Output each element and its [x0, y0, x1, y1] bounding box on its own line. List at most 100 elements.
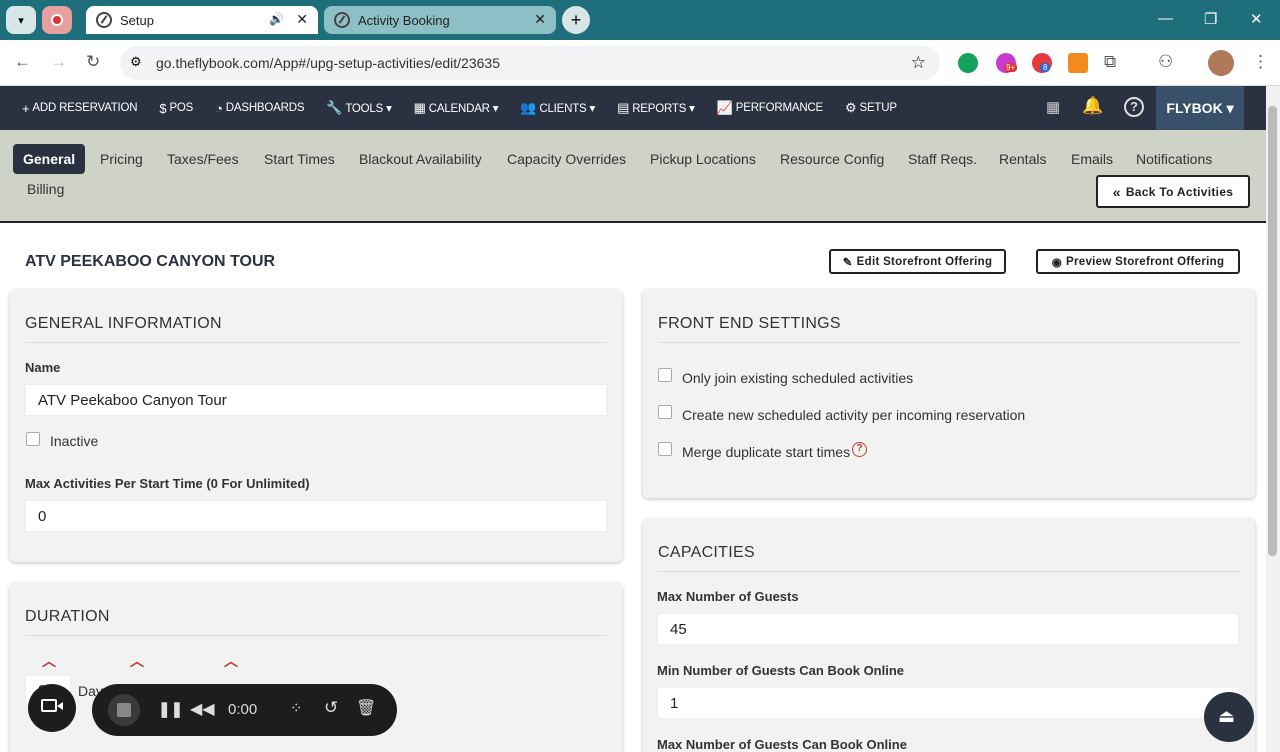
- back-icon[interactable]: ←: [14, 52, 31, 72]
- reload-icon[interactable]: ↻: [86, 52, 100, 72]
- site-info-icon[interactable]: ⚙: [130, 54, 142, 70]
- activity-subtabs: General Pricing Taxes/Fees Start Times B…: [0, 130, 1266, 223]
- tab-search-button[interactable]: ▾: [6, 6, 36, 34]
- nav-label: REPORTS ▾: [632, 103, 695, 115]
- omnibox[interactable]: ⚙ go.theflybook.com/App#/upg-setup-activ…: [120, 46, 940, 80]
- join-existing-checkbox[interactable]: [658, 368, 672, 382]
- tab-rentals[interactable]: Rentals: [999, 151, 1046, 167]
- tab-notifications[interactable]: Notifications: [1136, 151, 1212, 167]
- trash-icon[interactable]: 🗑: [356, 698, 376, 718]
- days-increment-icon[interactable]: ︿: [42, 651, 56, 671]
- close-tab-icon[interactable]: ✕: [296, 11, 308, 28]
- max-activities-input[interactable]: 0: [25, 500, 607, 532]
- nav-add-reservation[interactable]: + ADD RESERVATION: [22, 101, 138, 116]
- name-input[interactable]: ATV Peekaboo Canyon Tour: [25, 384, 607, 416]
- flybook-favicon-icon: [334, 12, 350, 28]
- record-tab-button[interactable]: [42, 6, 72, 34]
- hours-increment-icon[interactable]: ︿: [130, 651, 144, 671]
- forward-icon[interactable]: →: [50, 52, 67, 72]
- restart-icon[interactable]: ↺: [324, 698, 338, 718]
- preview-storefront-button[interactable]: ◉ Preview Storefront Offering: [1036, 249, 1240, 274]
- capacities-card: CAPACITIES Max Number of Guests 45 Min N…: [643, 519, 1255, 752]
- min-online-input[interactable]: 1: [657, 687, 1239, 719]
- minutes-increment-icon[interactable]: ︿: [224, 651, 238, 671]
- account-menu[interactable]: FLYBOK ▾: [1156, 86, 1244, 130]
- back-to-activities-button[interactable]: « Back To Activities: [1096, 175, 1250, 208]
- tab-emails[interactable]: Emails: [1071, 151, 1113, 167]
- close-window-icon[interactable]: ✕: [1250, 10, 1263, 28]
- tab-activity-booking[interactable]: Activity Booking ✕: [324, 6, 556, 34]
- nav-performance[interactable]: 📈 PERFORMANCE: [717, 100, 823, 116]
- recording-toolbar: ❚❚ ◀◀ 0:00 ⁘ ↺ 🗑: [92, 684, 397, 736]
- nav-calendar[interactable]: ▦ CALENDAR ▾: [414, 100, 499, 116]
- edit-storefront-button[interactable]: ✎ Edit Storefront Offering: [829, 249, 1006, 274]
- extension-icon[interactable]: 9+: [996, 53, 1018, 73]
- incognito-icon[interactable]: ⚇: [1158, 52, 1173, 72]
- tab-capacity-overrides[interactable]: Capacity Overrides: [507, 151, 626, 167]
- calendar-icon: ▦: [413, 100, 426, 115]
- app-navbar: + ADD RESERVATION $ POS ◔ DASHBOARDS 🔧 TOOLS…: [0, 86, 1266, 130]
- grammarly-extension-icon[interactable]: [958, 53, 978, 73]
- help-icon[interactable]: ?: [1124, 97, 1144, 117]
- nav-clients[interactable]: 👥 CLIENTS ▾: [520, 100, 595, 116]
- minimize-icon[interactable]: —: [1158, 10, 1173, 27]
- gear-icon: ⚙: [845, 100, 857, 115]
- main-content: ATV PEEKABOO CANYON TOUR ✎ Edit Storefron…: [0, 223, 1266, 752]
- tab-pricing[interactable]: Pricing: [100, 151, 143, 167]
- pause-icon[interactable]: ❚❚: [158, 700, 183, 718]
- tab-taxes-fees[interactable]: Taxes/Fees: [167, 151, 239, 167]
- name-label: Name: [25, 360, 61, 375]
- inactive-checkbox[interactable]: [26, 432, 40, 446]
- help-icon[interactable]: ?: [852, 442, 867, 457]
- camera-toggle-button[interactable]: [28, 684, 76, 732]
- bell-icon[interactable]: 🔔: [1082, 96, 1103, 116]
- max-online-label: Max Number of Guests Can Book Online: [657, 737, 907, 752]
- max-guests-input[interactable]: 45: [657, 613, 1239, 645]
- divider: [25, 635, 607, 636]
- create-new-scheduled-label: Create new scheduled activity per incomi…: [682, 407, 1026, 423]
- inactive-label: Inactive: [50, 433, 99, 449]
- merge-duplicate-checkbox[interactable]: [658, 442, 672, 456]
- extension-badge: 9+: [1004, 63, 1018, 72]
- kebab-menu-icon[interactable]: ⋮: [1252, 52, 1269, 72]
- extension-icon[interactable]: 8: [1032, 53, 1052, 73]
- tab-resource-config[interactable]: Resource Config: [780, 151, 884, 167]
- tab-general[interactable]: General: [13, 144, 86, 174]
- nav-reports[interactable]: ▤ REPORTS ▾: [617, 100, 695, 116]
- nav-pos[interactable]: $ POS: [159, 101, 193, 116]
- nav-tools[interactable]: 🔧 TOOLS ▾: [326, 100, 392, 116]
- stop-button[interactable]: [108, 694, 140, 726]
- extensions-puzzle-icon[interactable]: ⧉: [1104, 52, 1116, 72]
- new-tab-button[interactable]: +: [562, 6, 590, 34]
- tab-setup[interactable]: Setup 🔊 ✕: [86, 6, 318, 34]
- create-new-scheduled-checkbox[interactable]: [658, 405, 672, 419]
- hubspot-extension-icon[interactable]: [1068, 53, 1088, 73]
- max-guests-label: Max Number of Guests: [657, 589, 799, 604]
- qr-code-icon[interactable]: ▦: [1046, 98, 1060, 116]
- speaker-icon[interactable]: 🔊: [269, 12, 284, 26]
- scrollbar-thumb[interactable]: [1268, 106, 1277, 556]
- browser-tab-strip: ▾ Setup 🔊 ✕ Activity Booking ✕ + — ❐ ✕: [0, 0, 1280, 40]
- tab-billing[interactable]: Billing: [27, 181, 64, 197]
- page-scrollbar[interactable]: [1266, 86, 1280, 752]
- grid-icon[interactable]: ⁘: [290, 699, 303, 717]
- nav-setup[interactable]: ⚙ SETUP: [845, 100, 897, 116]
- chevron-down-icon: ▾: [18, 14, 24, 27]
- close-tab-icon[interactable]: ✕: [534, 11, 546, 28]
- bell-icon: ⏏: [1218, 706, 1236, 726]
- tab-start-times[interactable]: Start Times: [264, 151, 335, 167]
- profile-avatar[interactable]: [1208, 50, 1234, 76]
- stop-icon: [117, 703, 131, 717]
- restore-icon[interactable]: ❐: [1204, 10, 1217, 28]
- nav-dashboards[interactable]: ◔ DASHBOARDS: [215, 101, 304, 116]
- bookmark-star-icon[interactable]: ☆: [911, 53, 926, 73]
- rewind-icon[interactable]: ◀◀: [190, 699, 215, 719]
- card-heading: GENERAL INFORMATION: [25, 315, 222, 332]
- camera-lens-icon: [57, 702, 63, 710]
- tab-blackout-availability[interactable]: Blackout Availability: [359, 151, 482, 167]
- tab-staff-reqs[interactable]: Staff Reqs.: [908, 151, 977, 167]
- chat-widget-button[interactable]: ⏏: [1204, 692, 1254, 742]
- extension-badge: 8: [1040, 63, 1051, 72]
- tab-label: Activity Booking: [358, 12, 450, 28]
- tab-pickup-locations[interactable]: Pickup Locations: [650, 151, 756, 167]
